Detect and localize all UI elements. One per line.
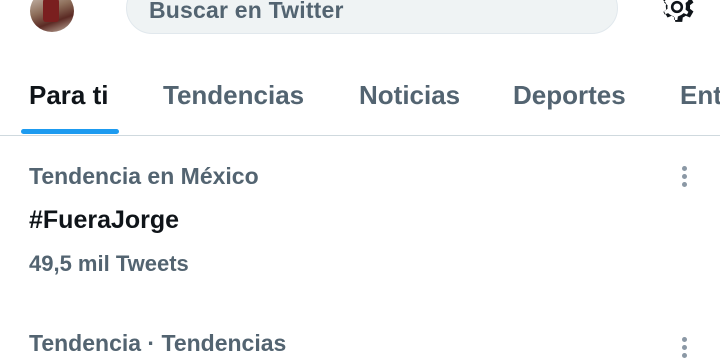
search-input[interactable]: Buscar en Twitter xyxy=(126,0,618,34)
more-vertical-icon[interactable] xyxy=(674,334,694,360)
trend-item[interactable]: Tendencia en México #FueraJorge 49,5 mil… xyxy=(0,137,720,307)
tab-para-ti[interactable]: Para ti xyxy=(29,80,109,111)
trend-context: Tendencia en México xyxy=(29,163,259,189)
tab-tendencias[interactable]: Tendencias xyxy=(163,80,304,111)
trend-item[interactable]: Tendencia · Tendencias xyxy=(0,320,720,360)
trend-title: #FueraJorge xyxy=(29,206,180,234)
tab-deportes[interactable]: Deportes xyxy=(513,80,626,111)
trend-context: Tendencia · Tendencias xyxy=(29,330,287,356)
active-tab-indicator xyxy=(21,129,119,134)
search-placeholder: Buscar en Twitter xyxy=(149,0,344,23)
tab-entretenimiento[interactable]: Ent xyxy=(680,80,720,111)
gear-icon[interactable] xyxy=(656,0,698,28)
trend-tweet-count: 49,5 mil Tweets xyxy=(29,251,189,276)
profile-avatar[interactable] xyxy=(30,0,74,32)
tab-noticias[interactable]: Noticias xyxy=(359,80,460,111)
top-bar: Buscar en Twitter xyxy=(0,0,720,50)
avatar-image xyxy=(43,0,59,22)
tab-bar: Para ti Tendencias Noticias Deportes Ent xyxy=(0,60,720,136)
more-vertical-icon[interactable] xyxy=(674,163,694,189)
